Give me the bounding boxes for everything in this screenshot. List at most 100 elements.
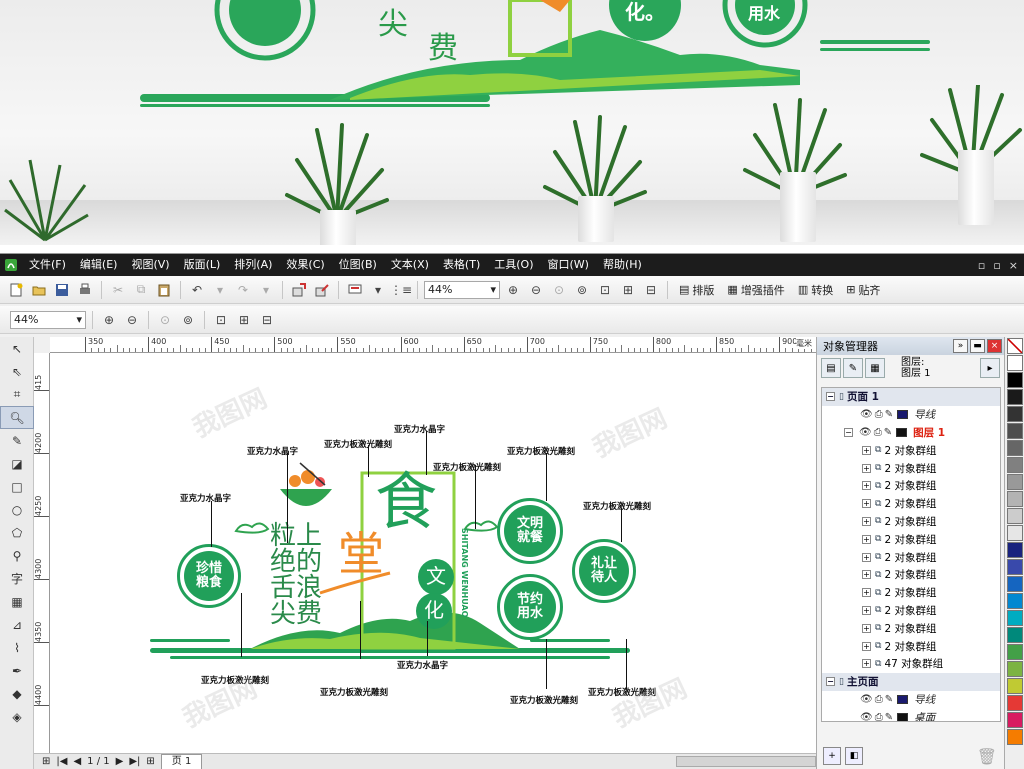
import-icon[interactable]: [289, 280, 309, 300]
collapse-toggle-icon[interactable]: −: [844, 427, 853, 437]
prev-page-icon[interactable]: ◀: [73, 756, 81, 767]
tree-layer[interactable]: 👁︎ ⎙ ✎ 导线: [822, 691, 1000, 709]
palette-swatch[interactable]: [1007, 457, 1023, 473]
tree-group[interactable]: + ⧉ 2 对象群组: [822, 548, 1000, 566]
doc-close-button[interactable]: ×: [1009, 259, 1018, 272]
new-master-layer-icon[interactable]: ◧: [845, 747, 863, 765]
shape-tool-icon[interactable]: ⇖: [0, 360, 34, 383]
dimension-tool-icon[interactable]: ⊿: [0, 613, 34, 636]
cut-icon[interactable]: ✂: [108, 280, 128, 300]
zoom-selected-icon[interactable]: ⊙: [155, 310, 175, 330]
expand-toggle-icon[interactable]: +: [862, 463, 871, 473]
rectangle-tool-icon[interactable]: □: [0, 475, 34, 498]
menu-table[interactable]: 表格(T): [436, 254, 487, 276]
crop-tool-icon[interactable]: ⌗: [0, 383, 34, 406]
print-toggle-icon[interactable]: ⎙: [875, 712, 883, 721]
first-page-icon[interactable]: |◀: [56, 756, 67, 767]
palette-swatch[interactable]: [1007, 508, 1023, 524]
redo-icon[interactable]: ↷: [233, 280, 253, 300]
horizontal-scrollbar[interactable]: [676, 756, 816, 767]
expand-toggle-icon[interactable]: +: [862, 641, 871, 651]
tree-group[interactable]: + ⧉ 2 对象群组: [822, 530, 1000, 548]
palette-swatch[interactable]: [1007, 491, 1023, 507]
text-tool-icon[interactable]: 字: [0, 567, 34, 590]
palette-swatch[interactable]: [1007, 406, 1023, 422]
expand-toggle-icon[interactable]: +: [862, 552, 871, 562]
tree-group[interactable]: + ⧉ 2 对象群组: [822, 619, 1000, 637]
edit-toggle-icon[interactable]: ✎: [885, 694, 893, 705]
palette-swatch[interactable]: [1007, 423, 1023, 439]
expand-toggle-icon[interactable]: +: [862, 623, 871, 633]
layer-manager-view-icon[interactable]: ▦: [865, 358, 885, 378]
docker-minimize-icon[interactable]: ▬: [970, 339, 985, 353]
doc-restore-button[interactable]: ▫: [993, 259, 1000, 272]
new-layer-icon[interactable]: +: [823, 747, 841, 765]
print-toggle-icon[interactable]: ⎙: [874, 427, 882, 438]
expand-toggle-icon[interactable]: +: [862, 499, 871, 509]
edit-across-layers-icon[interactable]: ✎: [843, 358, 863, 378]
palette-swatch[interactable]: [1007, 627, 1023, 643]
collapse-toggle-icon[interactable]: −: [826, 677, 835, 687]
options-icon[interactable]: ⋮≡: [390, 280, 412, 300]
edit-toggle-icon[interactable]: ✎: [885, 409, 893, 420]
zoom-level-combo-2[interactable]: 44% ▾: [10, 310, 86, 329]
visibility-eye-icon[interactable]: 👁︎: [859, 427, 872, 438]
expand-toggle-icon[interactable]: +: [862, 570, 871, 580]
menu-file[interactable]: 文件(F): [22, 254, 73, 276]
print-icon[interactable]: [75, 280, 95, 300]
docker-close-icon[interactable]: ×: [987, 339, 1002, 353]
zoom-page-icon[interactable]: ⊡: [595, 280, 615, 300]
tree-group[interactable]: + ⧉ 2 对象群组: [822, 513, 1000, 531]
zoom-width-icon[interactable]: ⊞: [618, 280, 638, 300]
menu-help[interactable]: 帮助(H): [596, 254, 649, 276]
palette-swatch[interactable]: [1007, 389, 1023, 405]
palette-swatch[interactable]: [1007, 695, 1023, 711]
palette-swatch[interactable]: [1007, 661, 1023, 677]
menu-tools[interactable]: 工具(O): [487, 254, 540, 276]
doc-minimize-button[interactable]: ▫: [978, 259, 985, 272]
new-document-icon[interactable]: [6, 280, 26, 300]
menu-window[interactable]: 窗口(W): [541, 254, 596, 276]
palette-swatch[interactable]: [1007, 678, 1023, 694]
edit-toggle-icon[interactable]: ✎: [885, 712, 893, 721]
tree-group[interactable]: + ⧉ 2 对象群组: [822, 477, 1000, 495]
paste-icon[interactable]: [154, 280, 174, 300]
zoom-page-icon[interactable]: ⊡: [211, 310, 231, 330]
expand-toggle-icon[interactable]: +: [862, 516, 871, 526]
tree-group[interactable]: + ⧉ 2 对象群组: [822, 584, 1000, 602]
tree-group[interactable]: + ⧉ 47 对象群组: [822, 655, 1000, 673]
palette-swatch[interactable]: [1007, 576, 1023, 592]
export-icon[interactable]: [312, 280, 332, 300]
zoom-selected-icon[interactable]: ⊙: [549, 280, 569, 300]
convert-button[interactable]: ▥ 转换: [793, 282, 838, 298]
table-tool-icon[interactable]: ▦: [0, 590, 34, 613]
copy-icon[interactable]: ⧉: [131, 280, 151, 300]
visibility-eye-icon[interactable]: 👁︎: [860, 409, 873, 420]
open-icon[interactable]: [29, 280, 49, 300]
print-toggle-icon[interactable]: ⎙: [875, 694, 883, 705]
print-toggle-icon[interactable]: ⎙: [875, 409, 883, 420]
palette-swatch[interactable]: [1007, 372, 1023, 388]
palette-swatch[interactable]: [1007, 355, 1023, 371]
show-properties-icon[interactable]: ▤: [821, 358, 841, 378]
docker-collapse-icon[interactable]: »: [953, 339, 968, 353]
zoom-width-icon[interactable]: ⊞: [234, 310, 254, 330]
palette-swatch[interactable]: [1007, 440, 1023, 456]
zoom-all-icon[interactable]: ⊚: [572, 280, 592, 300]
expand-toggle-icon[interactable]: +: [862, 588, 871, 598]
undo-dropdown-icon[interactable]: ▾: [210, 280, 230, 300]
page-add-icon[interactable]: ⊞: [42, 756, 50, 767]
app-launcher-icon[interactable]: [345, 280, 365, 300]
palette-swatch[interactable]: [1007, 474, 1023, 490]
eyedropper-icon[interactable]: ⌇: [0, 636, 34, 659]
zoom-level-combo[interactable]: 44% ▾: [424, 280, 500, 299]
menu-text[interactable]: 文本(X): [384, 254, 436, 276]
tree-group[interactable]: + ⧉ 2 对象群组: [822, 441, 1000, 459]
outline-pen-icon[interactable]: ✒: [0, 659, 34, 682]
menu-layout[interactable]: 版面(L): [177, 254, 228, 276]
undo-icon[interactable]: ↶: [187, 280, 207, 300]
expand-toggle-icon[interactable]: +: [862, 659, 871, 669]
expand-toggle-icon[interactable]: +: [862, 445, 871, 455]
snap-button[interactable]: ⊞ 贴齐: [841, 282, 885, 298]
tree-group[interactable]: + ⧉ 2 对象群组: [822, 602, 1000, 620]
